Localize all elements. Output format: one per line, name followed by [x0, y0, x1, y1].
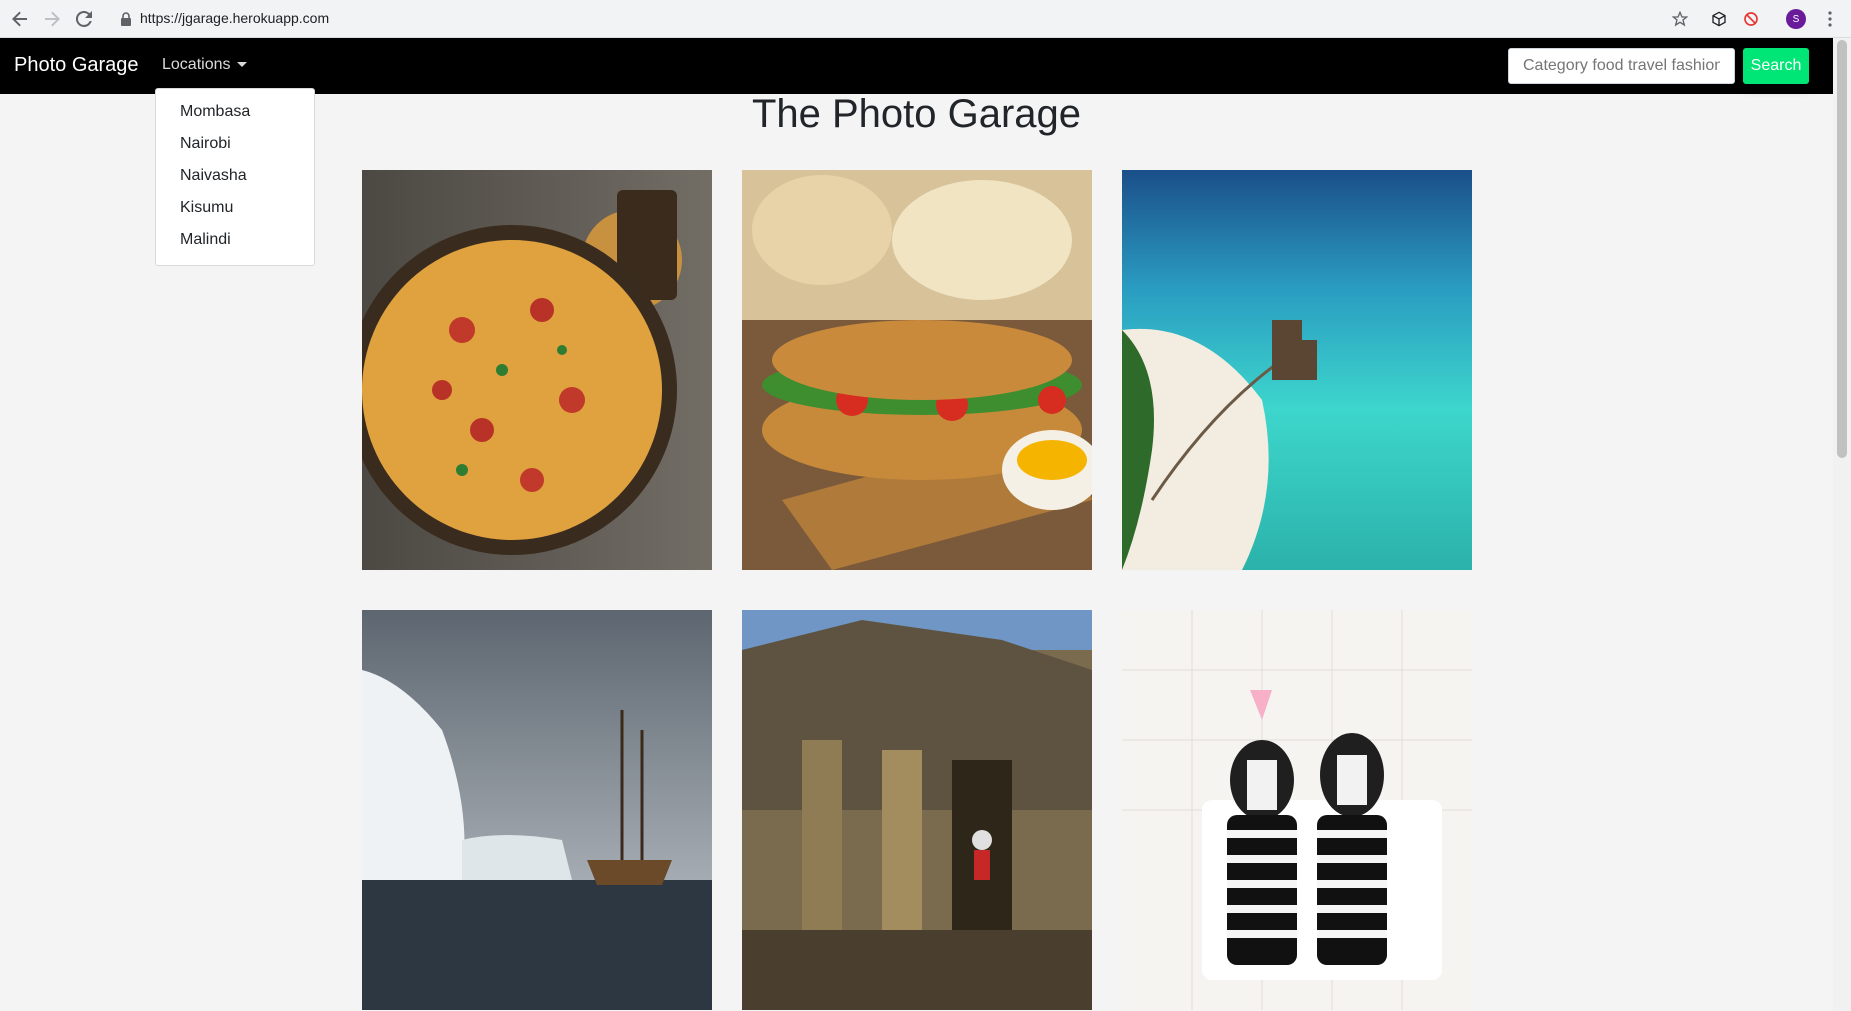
gallery-image-pizza[interactable] [362, 170, 712, 570]
gallery-image-sandwich[interactable] [742, 170, 1092, 570]
site-navbar: Photo Garage Locations Search [0, 38, 1833, 94]
reload-icon[interactable] [72, 7, 96, 31]
gallery-image-iceberg-ship[interactable] [362, 610, 712, 1010]
brand-link[interactable]: Photo Garage [14, 54, 139, 77]
locations-dropdown-toggle[interactable]: Locations [162, 56, 247, 74]
back-icon[interactable] [8, 7, 32, 31]
address-bar[interactable]: https://jgarage.herokuapp.com [140, 10, 329, 26]
browser-toolbar: https://jgarage.herokuapp.com S [0, 0, 1851, 38]
caret-down-icon [236, 62, 247, 68]
lock-icon [121, 12, 131, 26]
dropdown-item-naivasha[interactable]: Naivasha [156, 161, 314, 193]
avatar[interactable]: S [1784, 7, 1808, 31]
gallery-image-island-resort[interactable] [1122, 170, 1472, 570]
search-input[interactable] [1508, 48, 1735, 84]
page-title: The Photo Garage [751, 92, 1082, 136]
extension-blocker-icon[interactable] [1739, 7, 1763, 31]
dropdown-item-malindi[interactable]: Malindi [156, 225, 314, 257]
extension-cube-icon[interactable] [1707, 7, 1731, 31]
dropdown-item-kisumu[interactable]: Kisumu [156, 193, 314, 225]
scrollbar-thumb[interactable] [1837, 40, 1847, 458]
search-button[interactable]: Search [1743, 48, 1809, 84]
forward-icon[interactable] [40, 7, 64, 31]
more-menu-icon[interactable] [1818, 7, 1842, 31]
gallery-image-temple-ruins[interactable] [742, 610, 1092, 1010]
profile-initial: S [1786, 9, 1806, 29]
bookmark-star-icon[interactable] [1668, 7, 1692, 31]
page-scrollbar[interactable] [1833, 38, 1851, 1011]
locations-label: Locations [162, 56, 231, 73]
gallery-image-dogs-in-striped-shirts[interactable] [1122, 610, 1472, 1010]
